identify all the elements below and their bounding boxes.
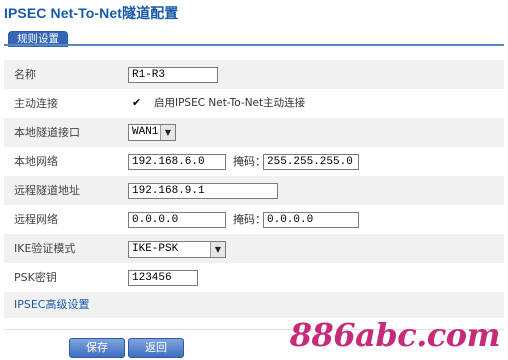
save-button[interactable]: 保存 — [69, 338, 125, 358]
remote-network-input[interactable]: 0.0.0.0 — [128, 212, 226, 228]
form-row-ike-mode: IKE验证模式 IKE-PSK ▼ — [4, 234, 504, 263]
remote-mask-label: 掩码： — [233, 213, 266, 226]
local-network-label: 本地网络 — [14, 155, 58, 168]
name-label: 名称 — [14, 68, 36, 81]
active-connect-text: 启用IPSEC Net-To-Net主动连接 — [154, 97, 306, 109]
tab-underline — [4, 44, 504, 46]
remote-tunnel-addr-label: 远程隧道地址 — [14, 184, 80, 197]
chevron-down-icon[interactable]: ▼ — [210, 242, 225, 257]
form-row-psk: PSK密钥 123456 — [4, 263, 504, 292]
remote-mask-input[interactable]: 0.0.0.0 — [263, 212, 359, 228]
ipsec-advanced-link[interactable]: IPSEC高级设置 — [14, 292, 90, 318]
name-input[interactable]: R1-R3 — [128, 67, 218, 83]
form-row-name: 名称 R1-R3 — [4, 60, 504, 89]
psk-input[interactable]: 123456 — [128, 270, 198, 286]
back-button[interactable]: 返回 — [128, 338, 184, 358]
chevron-down-icon[interactable]: ▼ — [160, 125, 175, 140]
page-title: IPSEC Net-To-Net隧道配置 — [4, 5, 179, 21]
ike-mode-select[interactable]: IKE-PSK ▼ — [128, 241, 226, 258]
local-tunnel-iface-select[interactable]: WAN1 ▼ — [128, 124, 176, 141]
ike-mode-value: IKE-PSK — [132, 243, 179, 255]
form-row-local-network: 本地网络 192.168.6.0 掩码： 255.255.255.0 — [4, 147, 504, 176]
ike-mode-label: IKE验证模式 — [14, 242, 76, 255]
remote-tunnel-addr-input[interactable]: 192.168.9.1 — [128, 183, 278, 199]
local-mask-input[interactable]: 255.255.255.0 — [263, 154, 359, 170]
form-row-remote-tunnel-addr: 远程隧道地址 192.168.9.1 — [4, 176, 504, 205]
form-row-active-connect: 主动连接 ✔ 启用IPSEC Net-To-Net主动连接 — [4, 89, 504, 118]
watermark: 886abc.com — [289, 316, 501, 354]
form-row-local-tunnel-iface: 本地隧道接口 WAN1 ▼ — [4, 118, 504, 147]
local-mask-label: 掩码： — [233, 155, 266, 168]
form-row-advanced: IPSEC高级设置 — [4, 292, 504, 318]
active-connect-checkbox[interactable]: ✔ — [132, 97, 141, 108]
form-row-remote-network: 远程网络 0.0.0.0 掩码： 0.0.0.0 — [4, 205, 504, 234]
psk-label: PSK密钥 — [14, 271, 57, 284]
local-tunnel-iface-label: 本地隧道接口 — [14, 126, 80, 139]
local-tunnel-iface-value: WAN1 — [132, 126, 159, 138]
remote-network-label: 远程网络 — [14, 213, 58, 226]
local-network-input[interactable]: 192.168.6.0 — [128, 154, 226, 170]
active-connect-label: 主动连接 — [14, 97, 58, 110]
